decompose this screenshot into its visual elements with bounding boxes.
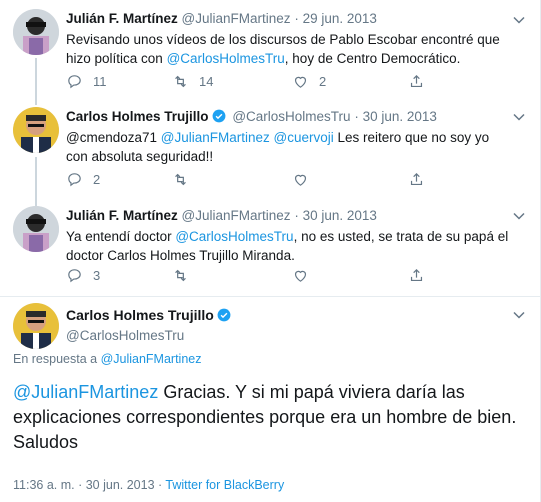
mention-link[interactable]: @JulianFMartinez [13,382,158,402]
author-name[interactable]: Julián F. Martínez [66,11,178,26]
chevron-down-icon[interactable] [512,209,526,223]
chevron-down-icon[interactable] [512,110,526,124]
chevron-down-icon[interactable] [512,308,526,322]
share-icon [410,172,423,186]
reply-count: 11 [93,74,107,89]
replying-to: En respuesta a @JulianFMartinez [13,352,201,366]
author-name[interactable]: Julián F. Martínez [66,208,178,223]
separator: · [294,208,299,223]
tweet-text-part: Ya entendí doctor [66,229,176,244]
tweet-text: Ya entendí doctor @CarlosHolmesTru, no e… [66,227,510,265]
share-icon [410,74,423,88]
retweet-button[interactable] [172,267,199,284]
reply-button[interactable]: 11 [66,73,107,90]
replying-to-link[interactable]: @JulianFMartinez [101,352,202,366]
tweet-2[interactable]: Carlos Holmes Trujillo @CarlosHolmesTru … [0,97,540,199]
reply-icon [68,75,81,89]
tweet-date[interactable]: 29 jun. 2013 [303,11,377,26]
replying-prefix: En respuesta a [13,352,101,366]
share-button[interactable] [408,267,425,284]
thread-connector [35,198,37,206]
reply-count: 2 [93,172,101,187]
thread-connector [35,97,37,105]
reply-button[interactable]: 2 [66,171,100,188]
tweet-text: @cmendoza71 @JulianFMartinez @cuervoji L… [66,128,510,166]
author-handle[interactable]: @CarlosHolmesTru [66,328,510,343]
author-handle[interactable]: @JulianFMartinez [182,208,291,223]
mention-link[interactable]: @cuervoji [274,130,334,145]
like-icon [294,76,307,88]
avatar-julian[interactable] [13,9,59,55]
reply-button[interactable]: 3 [66,267,100,284]
separator: · [354,109,359,124]
mention-link[interactable]: @CarlosHolmesTru [175,229,293,244]
retweet-icon [175,173,186,186]
retweet-icon [175,269,186,282]
tweet-timestamp[interactable]: 11:36 a. m. · 30 jun. 2013 · [13,478,165,492]
tweet-date[interactable]: 30 jun. 2013 [363,109,437,124]
tweet-1[interactable]: Julián F. Martínez @JulianFMartinez · 29… [0,0,540,98]
tweet-meta: 11:36 a. m. · 30 jun. 2013 · Twitter for… [13,478,284,492]
main-tweet-text: @JulianFMartinez Gracias. Y si mi papá v… [13,380,528,455]
like-count: 2 [319,74,327,89]
reply-icon [68,269,81,283]
author-handle[interactable]: @CarlosHolmesTru [232,109,350,124]
retweet-button[interactable]: 14 [172,73,213,90]
like-icon [294,270,307,282]
mention-link[interactable]: @JulianFMartinez [161,130,270,145]
share-icon [410,268,423,282]
tweet-text-part: @cmendoza71 [66,130,161,145]
like-button[interactable] [292,267,319,284]
thread-connector [35,157,37,199]
tweet-source-link[interactable]: Twitter for BlackBerry [165,478,284,492]
separator: · [294,11,299,26]
chevron-down-icon[interactable] [512,13,526,27]
author-handle[interactable]: @JulianFMartinez [182,11,291,26]
share-button[interactable] [408,73,425,90]
like-button[interactable] [292,171,319,188]
like-button[interactable]: 2 [292,73,326,90]
author-name[interactable]: Carlos Holmes Trujillo [66,307,214,323]
avatar-carlos[interactable] [13,303,59,349]
tweet-thread: Julián F. Martínez @JulianFMartinez · 29… [0,0,541,502]
verified-badge-icon [212,109,225,123]
tweet-3[interactable]: Julián F. Martínez @JulianFMartinez · 30… [0,198,540,296]
verified-badge-icon [217,308,231,322]
reply-icon [68,173,81,187]
share-button[interactable] [408,171,425,188]
thread-connector [35,58,37,98]
retweet-icon [175,75,186,88]
tweet-text-part: , hoy de Centro Democrático. [284,51,461,66]
avatar-julian[interactable] [13,206,59,252]
retweet-count: 14 [199,74,214,89]
like-icon [294,174,307,186]
reply-count: 3 [93,268,101,283]
tweet-text: Revisando unos vídeos de los discursos d… [66,30,510,68]
avatar-carlos[interactable] [13,107,59,153]
retweet-button[interactable] [172,171,199,188]
tweet-date[interactable]: 30 jun. 2013 [303,208,377,223]
author-name[interactable]: Carlos Holmes Trujillo [66,109,209,124]
mention-link[interactable]: @CarlosHolmesTru [167,51,285,66]
